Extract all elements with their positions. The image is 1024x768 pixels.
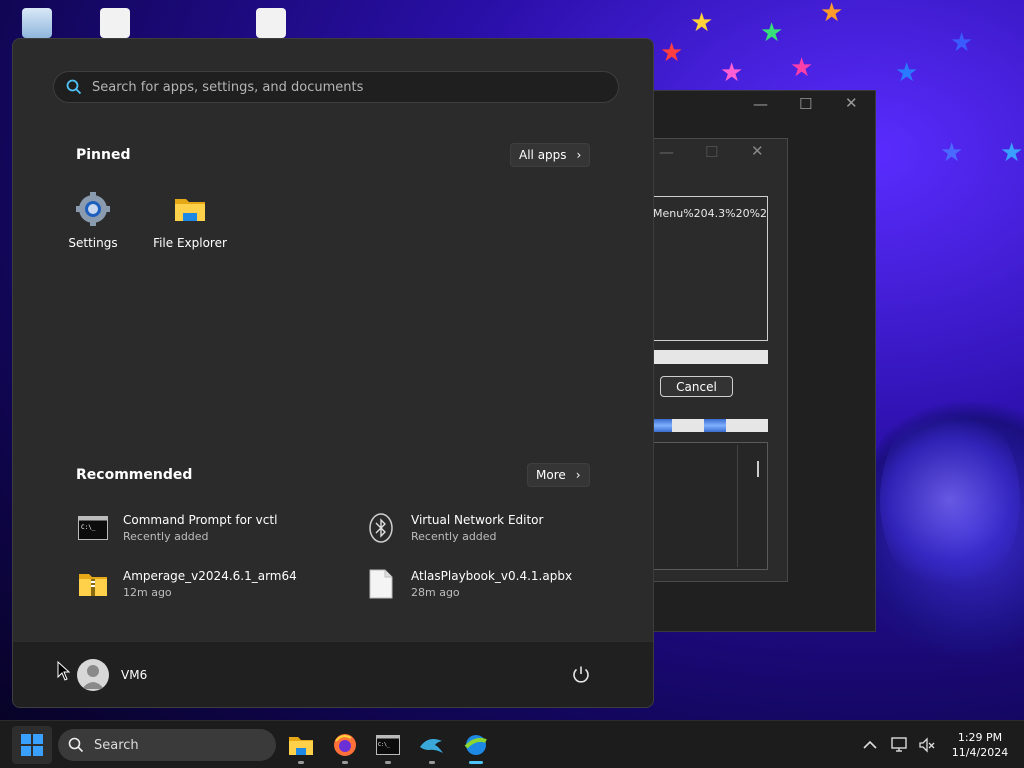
- pinned-file-explorer[interactable]: File Explorer: [145, 191, 235, 250]
- user-name[interactable]: VM6: [121, 668, 147, 682]
- desktop-file-icon[interactable]: [100, 8, 130, 38]
- pinned-label: File Explorer: [153, 236, 227, 250]
- gear-icon: [76, 192, 110, 226]
- url-textbox[interactable]: Menu%204.3%20%2: [650, 196, 768, 341]
- taskbar-dolphin[interactable]: [416, 729, 448, 764]
- close-icon[interactable]: ✕: [751, 142, 764, 160]
- recommended-name: Command Prompt for vctl: [123, 513, 278, 527]
- recommended-sub: Recently added: [123, 530, 209, 543]
- taskbar-firefox[interactable]: [329, 729, 361, 764]
- start-menu: Search for apps, settings, and documents…: [12, 38, 654, 708]
- recommended-title: Recommended: [76, 467, 193, 483]
- input-field[interactable]: [650, 350, 768, 364]
- windows-logo-icon: [21, 734, 43, 756]
- system-clock[interactable]: 1:29 PM 11/4/2024: [944, 730, 1016, 760]
- minimize-icon[interactable]: —: [659, 143, 674, 161]
- volume-muted-icon[interactable]: [917, 735, 937, 755]
- more-button[interactable]: More ›: [527, 463, 590, 487]
- file-explorer-icon: [289, 737, 313, 755]
- power-icon[interactable]: [570, 664, 592, 686]
- clock-date: 11/4/2024: [951, 746, 1009, 759]
- progress-bar: [650, 419, 768, 432]
- log-output: [650, 442, 768, 570]
- terminal-icon: C:\_: [376, 735, 400, 755]
- running-indicator: [469, 761, 483, 764]
- recommended-sub: 28m ago: [411, 586, 460, 599]
- recommended-name: Amperage_v2024.6.1_arm64: [123, 569, 297, 583]
- terminal-icon: C:\_: [77, 512, 109, 544]
- recommended-sub: 12m ago: [123, 586, 172, 599]
- taskbar-file-explorer[interactable]: [285, 729, 317, 764]
- dolphin-icon: [420, 739, 443, 753]
- chevron-up-icon[interactable]: [860, 735, 880, 755]
- start-footer: VM6: [13, 641, 653, 707]
- zip-folder-icon: [77, 568, 109, 600]
- svg-text:C:\_: C:\_: [81, 524, 96, 531]
- installer-icon: [464, 735, 487, 755]
- taskbar-terminal[interactable]: C:\_: [372, 729, 404, 764]
- avatar[interactable]: [77, 659, 109, 691]
- running-indicator: [385, 761, 391, 764]
- file-icon: [365, 568, 397, 600]
- chevron-right-icon: ›: [575, 468, 581, 482]
- all-apps-button[interactable]: All apps ›: [510, 143, 591, 167]
- bluetooth-icon: [365, 512, 397, 544]
- search-placeholder: Search for apps, settings, and documents: [92, 79, 364, 95]
- recommended-item[interactable]: AtlasPlaybook_v0.4.1.apbx 28m ago: [365, 564, 625, 604]
- recycle-bin-icon[interactable]: [22, 8, 52, 38]
- clock-time: 1:29 PM: [957, 731, 1003, 744]
- recommended-name: AtlasPlaybook_v0.4.1.apbx: [411, 569, 573, 583]
- pinned-label: Settings: [68, 236, 118, 250]
- firefox-icon: [334, 734, 356, 756]
- chevron-right-icon: ›: [576, 148, 582, 162]
- taskbar-installer[interactable]: [460, 729, 492, 764]
- desktop-file-icon[interactable]: [256, 8, 286, 38]
- minimize-icon[interactable]: —: [753, 95, 768, 113]
- all-apps-label: All apps: [519, 148, 567, 162]
- recommended-item[interactable]: Virtual Network Editor Recently added: [365, 508, 625, 548]
- folder-icon: [175, 199, 205, 221]
- svg-text:C:\_: C:\_: [378, 742, 391, 748]
- search-icon: [66, 79, 82, 95]
- recommended-item[interactable]: C:\_ Command Prompt for vctl Recently ad…: [77, 508, 337, 548]
- search-icon: [68, 737, 84, 753]
- scrollbar-thumb[interactable]: [757, 461, 759, 477]
- pinned-settings[interactable]: Settings: [48, 191, 138, 250]
- taskbar-search-label: Search: [94, 737, 139, 753]
- mouse-cursor-icon: [57, 661, 71, 681]
- start-search-input[interactable]: Search for apps, settings, and documents: [53, 71, 619, 103]
- running-indicator: [298, 761, 304, 764]
- recommended-sub: Recently added: [411, 530, 497, 543]
- recommended-item[interactable]: Amperage_v2024.6.1_arm64 12m ago: [77, 564, 337, 604]
- more-label: More: [536, 468, 566, 482]
- pinned-title: Pinned: [76, 147, 131, 163]
- cancel-button[interactable]: Cancel: [660, 376, 733, 397]
- close-icon[interactable]: ✕: [845, 94, 858, 112]
- network-icon[interactable]: [890, 735, 910, 755]
- running-indicator: [429, 761, 435, 764]
- maximize-icon[interactable]: ☐: [799, 95, 812, 113]
- maximize-icon[interactable]: ☐: [705, 143, 718, 161]
- scrollbar[interactable]: [737, 445, 765, 567]
- start-button[interactable]: [12, 726, 52, 764]
- taskbar-search[interactable]: Search: [58, 729, 276, 761]
- running-indicator: [342, 761, 348, 764]
- taskbar: Search C:\_ 1:29 PM 11/4/2024: [0, 720, 1024, 768]
- recommended-name: Virtual Network Editor: [411, 513, 544, 527]
